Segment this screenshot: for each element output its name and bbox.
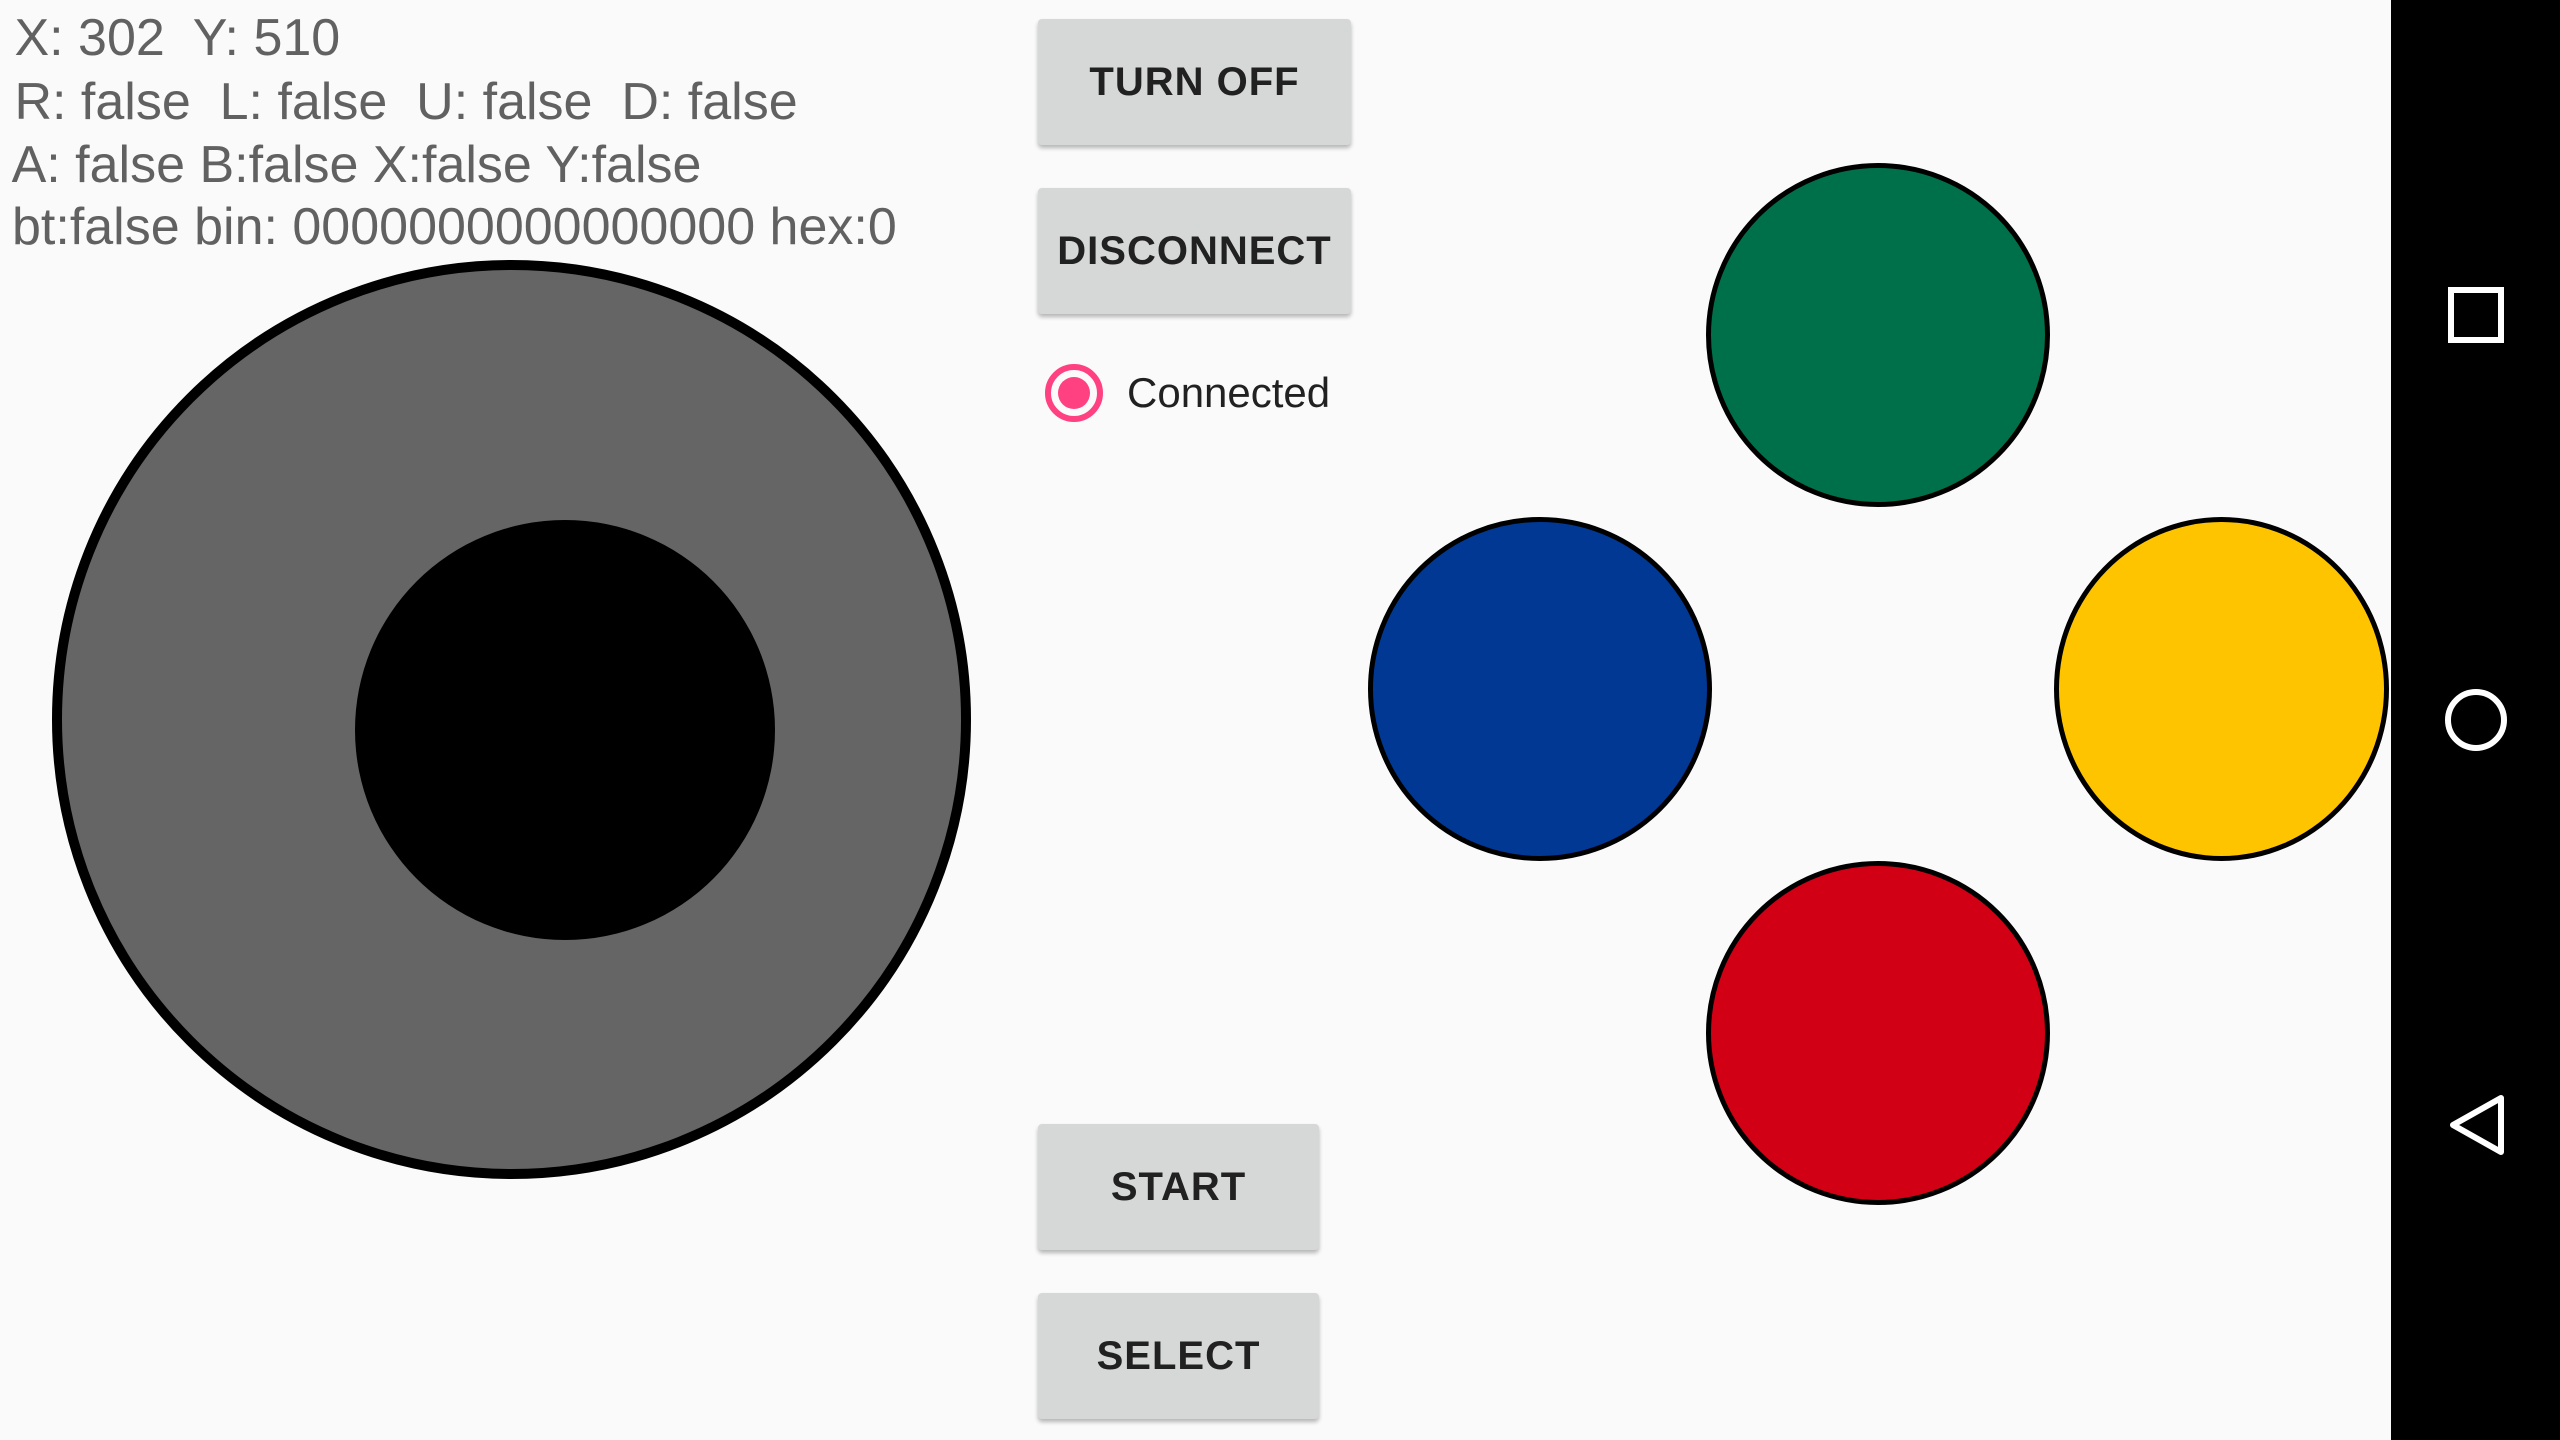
start-button[interactable]: START — [1038, 1124, 1319, 1250]
select-button[interactable]: SELECT — [1038, 1293, 1319, 1419]
connected-radio[interactable]: Connected — [1045, 357, 1330, 429]
face-button-right[interactable] — [2054, 517, 2389, 861]
joystick-base[interactable] — [52, 260, 971, 1179]
connected-label: Connected — [1127, 369, 1331, 416]
back-button[interactable] — [2391, 1092, 2560, 1158]
radio-indicator-icon — [1045, 364, 1103, 422]
status-coordinates: X: 302 Y: 510 — [0, 9, 341, 67]
disconnect-button[interactable]: DISCONNECT — [1038, 188, 1351, 314]
status-direction: R: false L: false U: false D: false — [0, 73, 798, 131]
status-bluetooth: bt:false bin: 0000000000000000 hex:0 — [12, 198, 897, 256]
radio-dot — [1058, 377, 1090, 409]
recents-button[interactable] — [2391, 285, 2560, 345]
home-button[interactable] — [2391, 687, 2560, 753]
circle-home-icon — [2444, 689, 2507, 751]
turn-off-button[interactable]: TURN OFF — [1038, 19, 1351, 145]
status-buttons: A: false B:false X:false Y:false — [0, 136, 702, 194]
face-button-bottom[interactable] — [1706, 861, 2050, 1205]
square-recents-icon — [2447, 287, 2504, 343]
face-button-left[interactable] — [1368, 517, 1712, 861]
system-navigation-bar — [2391, 0, 2560, 1440]
triangle-back-icon — [2449, 1095, 2504, 1155]
face-button-top[interactable] — [1706, 163, 2050, 507]
gamepad-app: X: 302 Y: 510 R: false L: false U: false… — [0, 0, 2391, 1440]
joystick-knob[interactable] — [355, 520, 775, 940]
